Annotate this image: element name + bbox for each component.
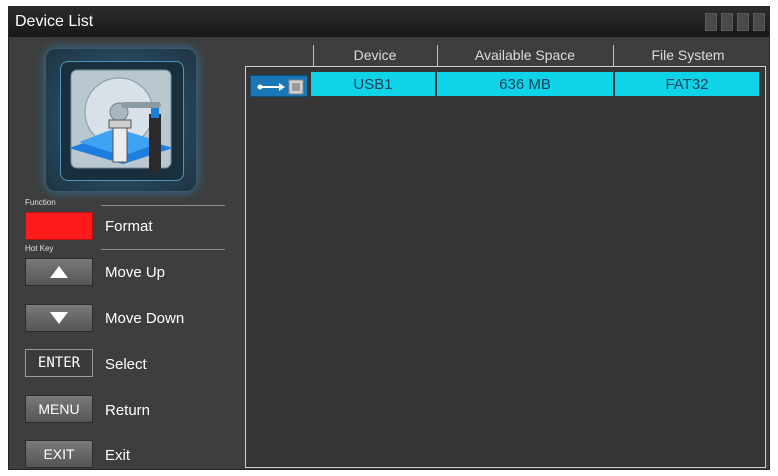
format-label: Format	[105, 218, 153, 235]
titlebar-ornament	[721, 13, 733, 31]
select-label: Select	[105, 356, 147, 373]
triangle-up-icon	[50, 266, 68, 278]
title-bar: Device List	[9, 7, 769, 37]
move-down-key[interactable]	[25, 304, 93, 332]
enter-key[interactable]: ENTER	[25, 349, 93, 377]
titlebar-ornament	[753, 13, 765, 31]
dialog-frame: Device List Function Format Hot Key Move…	[8, 6, 770, 470]
menu-key[interactable]: MENU	[25, 395, 93, 423]
return-label: Return	[105, 402, 151, 419]
move-up-label: Move Up	[105, 264, 166, 281]
usb-drive-icon	[250, 75, 308, 97]
hotkey-section-label: Hot Key	[25, 244, 54, 253]
cell-available-space: 636 MB	[437, 72, 613, 96]
function-section-label: Function	[25, 198, 56, 207]
divider	[101, 249, 225, 250]
cell-device: USB1	[311, 72, 435, 96]
cell-file-system: FAT32	[615, 72, 759, 96]
format-function-key[interactable]	[25, 212, 93, 240]
move-down-label: Move Down	[105, 310, 185, 327]
column-header-available-space: Available Space	[474, 47, 576, 63]
window-title: Device List	[15, 13, 94, 30]
exit-key[interactable]: EXIT	[25, 440, 93, 468]
column-header-file-system: File System	[651, 47, 725, 63]
device-list-panel	[245, 66, 766, 468]
titlebar-ornament	[737, 13, 749, 31]
move-up-key[interactable]	[25, 258, 93, 286]
titlebar-ornament	[705, 13, 717, 31]
hard-drive-tool-icon	[46, 49, 196, 191]
triangle-down-icon	[50, 312, 68, 324]
exit-label: Exit	[105, 447, 131, 464]
column-header-device: Device	[353, 47, 397, 63]
divider	[101, 205, 225, 206]
